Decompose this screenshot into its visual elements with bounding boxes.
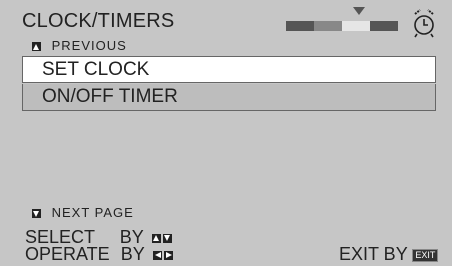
previous-page-link[interactable]: PREVIOUS (32, 38, 127, 53)
menu-item-label: ON/OFF TIMER (42, 86, 178, 107)
operate-by: BY (120, 244, 145, 264)
page-segment-4 (370, 21, 398, 31)
menu-item-set-clock[interactable]: SET CLOCK (22, 56, 436, 83)
page-title: CLOCK/TIMERS (22, 10, 175, 32)
up-arrow-key-icon (152, 233, 162, 243)
page-segment-2 (314, 21, 342, 31)
next-page-link[interactable]: NEXT PAGE (32, 205, 134, 220)
exit-key[interactable]: EXIT (412, 248, 439, 262)
operate-label: OPERATE (25, 244, 110, 264)
menu-item-label: SET CLOCK (42, 59, 150, 80)
left-arrow-key-icon (153, 250, 163, 260)
next-page-label: NEXT PAGE (51, 205, 134, 220)
down-arrow-key-icon (32, 209, 41, 219)
page-pointer-icon (353, 7, 365, 15)
previous-label: PREVIOUS (51, 38, 127, 53)
exit-help: EXIT BY EXIT (339, 244, 439, 264)
page-indicator (286, 21, 398, 31)
menu-item-on-off-timer[interactable]: ON/OFF TIMER (22, 84, 436, 111)
page-segment-1 (286, 21, 314, 31)
operate-help: OPERATE BY (25, 245, 175, 263)
up-arrow-key-icon (32, 42, 41, 52)
down-arrow-key-icon (163, 233, 173, 243)
right-arrow-key-icon (164, 250, 174, 260)
exit-label: EXIT BY (339, 244, 408, 264)
alarm-clock-icon (414, 9, 434, 38)
page-segment-3 (342, 21, 370, 31)
